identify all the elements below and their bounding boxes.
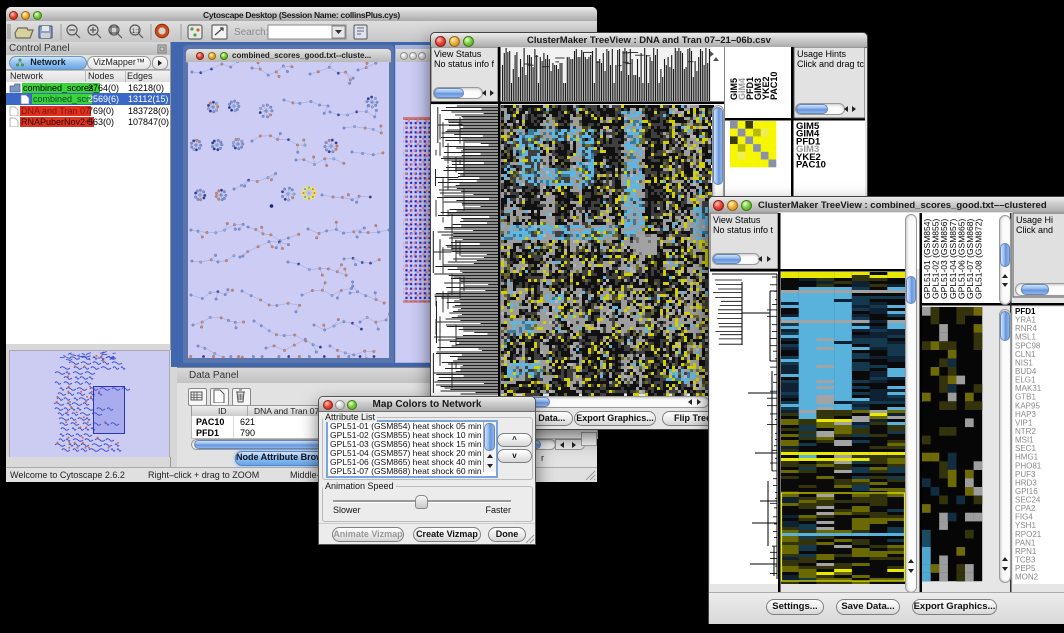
svg-text:PAC10: PAC10: [796, 160, 826, 171]
svg-text:MON2: MON2: [1015, 573, 1039, 582]
svg-text:PAC10: PAC10: [769, 72, 779, 100]
svg-text:View Status: View Status: [434, 49, 482, 59]
svg-text:1:1: 1:1: [132, 29, 141, 35]
svg-text:No status info f: No status info f: [434, 59, 495, 69]
svg-text:Usage Hi: Usage Hi: [1016, 215, 1053, 225]
svg-text:GPL51-08 (GSM872): GPL51-08 (GSM872): [974, 219, 984, 299]
svg-text:Search:: Search:: [234, 27, 268, 38]
svg-text:Click and drag tc: Click and drag tc: [797, 59, 865, 69]
svg-text:Usage Hints: Usage Hints: [797, 49, 847, 59]
svg-text:No status info t: No status info t: [713, 225, 774, 235]
svg-text:View Status: View Status: [713, 215, 761, 225]
svg-text:Click and: Click and: [1016, 225, 1053, 235]
